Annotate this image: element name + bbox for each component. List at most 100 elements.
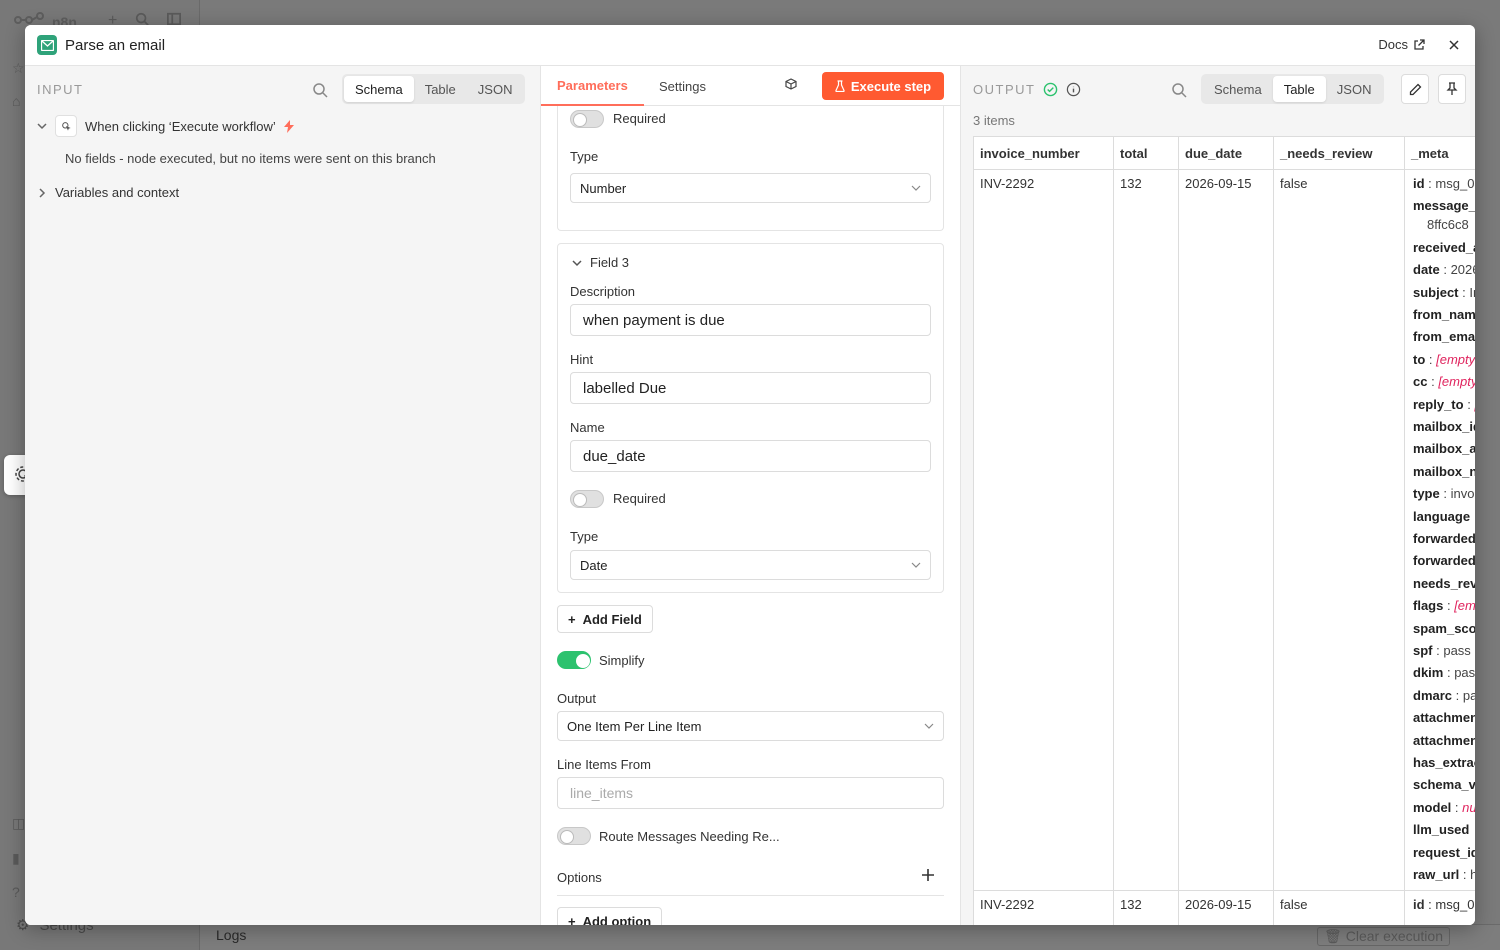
input-view-schema[interactable]: Schema (344, 76, 414, 102)
info-icon[interactable] (1066, 82, 1081, 97)
simplify-toggle[interactable] (557, 651, 591, 669)
name-label: Name (570, 420, 605, 435)
field-3-header[interactable]: Field 3 (572, 255, 629, 270)
required-toggle[interactable] (570, 490, 604, 508)
modal-header: Parse an email Docs (25, 25, 1475, 66)
plus-icon: + (568, 611, 576, 627)
cube-icon (785, 78, 797, 90)
trigger-node-label: When clicking ‘Execute workflow’ (85, 118, 276, 134)
table-cell: false (1274, 891, 1405, 925)
meta-entry: dkim : pas (1413, 665, 1475, 681)
meta-cell: id : msg_08 (1405, 891, 1475, 925)
table-cell: INV-2292 (974, 170, 1114, 891)
close-button[interactable] (1445, 36, 1463, 54)
help-icon: ? (12, 884, 20, 900)
chevron-down-icon (911, 562, 921, 568)
lightning-icon (283, 119, 294, 133)
output-view-table[interactable]: Table (1272, 76, 1326, 102)
pin-output-button[interactable] (1438, 74, 1466, 104)
meta-entry: flags : [em (1413, 598, 1475, 614)
tab-parameters[interactable]: Parameters (541, 66, 644, 106)
column-header: invoice_number (974, 137, 1114, 170)
options-divider (557, 895, 944, 896)
flask-icon (835, 80, 845, 92)
type-label: Type (570, 529, 599, 544)
meta-entry: id : msg_08 (1413, 176, 1475, 191)
add-option-button[interactable]: + Add option (557, 907, 663, 925)
docs-link[interactable]: Docs (1378, 37, 1425, 52)
meta-entry: spam_sco (1413, 620, 1475, 636)
output-select[interactable]: One Item Per Line Item (557, 711, 944, 741)
line-items-input[interactable]: line_items (557, 777, 944, 809)
meta-entry: mailbox_id (1413, 419, 1475, 434)
meta-entry: reply_to : [ (1413, 396, 1475, 412)
field-2-type-select[interactable]: Number (570, 173, 931, 203)
output-label: Output (557, 691, 597, 706)
field-2-type-label: Type (570, 149, 599, 164)
meta-entry: raw_url : h (1413, 867, 1475, 882)
input-panel-label: INPUT (37, 82, 84, 97)
simplify-label: Simplify (599, 653, 645, 668)
output-search-button[interactable] (1171, 82, 1187, 98)
trigger-node-row[interactable]: When clicking ‘Execute workflow’ (37, 115, 294, 137)
cursor-click-icon (62, 122, 71, 131)
name-input[interactable]: due_date (570, 440, 931, 472)
type-select[interactable]: Date (570, 550, 931, 580)
meta-entry: type : invo (1413, 486, 1475, 502)
meta-entry: 8ffc6c8 (1427, 217, 1469, 233)
node-modal: Parse an email Docs INPUT Schema Table J… (25, 25, 1475, 925)
meta-entry: received_a (1413, 239, 1475, 255)
star-icon: ☆ (12, 60, 25, 76)
plus-icon (922, 869, 934, 881)
edit-output-button[interactable] (1401, 74, 1429, 104)
execute-step-button[interactable]: Execute step (822, 72, 944, 100)
external-link-icon (1414, 38, 1425, 50)
output-view-json[interactable]: JSON (1326, 76, 1383, 102)
column-header: total (1114, 137, 1179, 170)
chevron-down-icon (924, 723, 934, 729)
chevron-down-icon (911, 185, 921, 191)
chevron-down-icon (572, 259, 582, 266)
variables-context-row[interactable]: Variables and context (37, 185, 179, 200)
clear-execution: 🗑 Clear execution (1317, 927, 1450, 946)
output-panel: OUTPUT Schema Table JSON 3 items invoice… (961, 66, 1475, 925)
route-messages-toggle[interactable] (557, 827, 591, 845)
input-view-switch: Schema Table JSON (342, 74, 526, 104)
meta-entry: forwarded (1413, 531, 1475, 546)
meta-entry: llm_used (1413, 822, 1470, 838)
hint-input[interactable]: labelled Due (570, 372, 931, 404)
output-header: OUTPUT (973, 82, 1081, 97)
success-check-icon (1044, 82, 1058, 97)
variables-context-label: Variables and context (55, 185, 180, 200)
table-cell: false (1274, 170, 1405, 891)
input-view-json[interactable]: JSON (467, 76, 524, 102)
table-cell: 2026-09-15 (1179, 170, 1274, 891)
meta-entry: model : nu (1413, 799, 1475, 815)
meta-entry: message_ (1413, 198, 1475, 214)
node-info-button[interactable] (785, 78, 797, 93)
tab-settings[interactable]: Settings (643, 66, 722, 106)
options-add-button[interactable] (921, 868, 935, 885)
field-2-required-label: Required (613, 111, 666, 126)
input-search-button[interactable] (312, 82, 328, 98)
meta-entry: to : [empty (1413, 351, 1475, 367)
options-label: Options (557, 870, 602, 885)
chevron-down-icon (37, 123, 47, 130)
output-view-schema[interactable]: Schema (1203, 76, 1273, 102)
add-field-button[interactable]: + Add Field (557, 605, 653, 633)
field-3-box: Field 3 Description when payment is due … (557, 243, 944, 593)
no-fields-message: No fields - node executed, but no items … (65, 151, 436, 166)
chevron-right-icon (39, 187, 46, 198)
meta-entry: mailbox_ad (1413, 441, 1475, 457)
route-messages-label: Route Messages Needing Re... (599, 829, 780, 844)
description-input[interactable]: when payment is due (570, 304, 931, 336)
meta-entry: language (1413, 508, 1471, 524)
home-icon: ⌂ (12, 93, 21, 109)
column-header: _meta (1405, 137, 1475, 170)
meta-entry: dmarc : pa (1413, 687, 1475, 703)
table-cell: INV-2292 (974, 891, 1114, 925)
input-view-table[interactable]: Table (414, 76, 467, 102)
meta-entry: cc : [empty (1413, 374, 1475, 390)
input-panel: INPUT Schema Table JSON When clicking ‘E… (25, 66, 541, 925)
field-2-required-toggle[interactable] (570, 110, 604, 128)
